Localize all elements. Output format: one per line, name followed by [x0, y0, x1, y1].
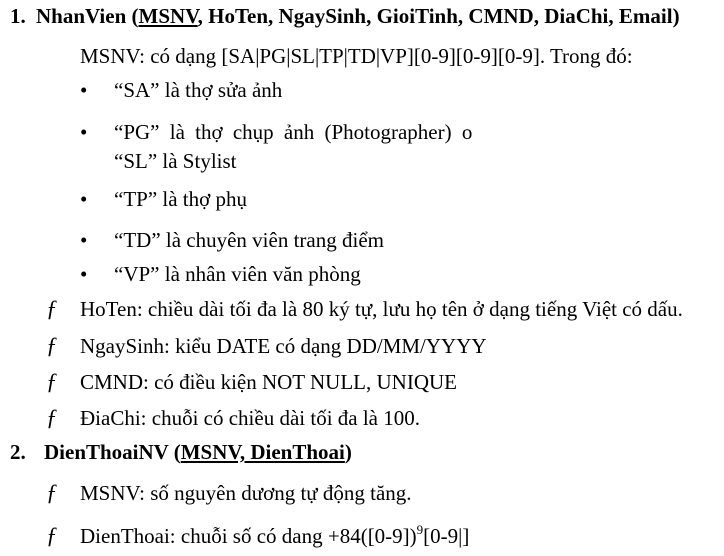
section-2-heading: DienThoaiNV (MSNV, DienThoai): [44, 440, 352, 464]
section-1-open-paren: (: [126, 4, 139, 28]
section-1-key: MSNV: [138, 4, 198, 28]
phone-prefix: DienThoai: chuỗi số có dang +84([0-9]): [80, 524, 417, 548]
constraint-item: HoTen: chiều dài tối đa là 80 ký tự, lưu…: [80, 297, 683, 321]
section-2-open-paren: (: [168, 440, 181, 464]
function-symbol-icon: ƒ: [46, 369, 58, 394]
section-2-number: 2.: [10, 440, 26, 464]
constraint-item: MSNV: số nguyên dương tự động tăng.: [80, 481, 412, 505]
section-2-keys: MSNV, DienThoai: [180, 440, 345, 464]
section-1-title: NhanVien: [36, 4, 127, 28]
bullet-item: “VP” là nhân viên văn phòng: [114, 262, 361, 286]
function-symbol-icon: ƒ: [46, 296, 58, 321]
function-symbol-icon: ƒ: [46, 405, 58, 430]
section-1-attributes: , HoTen, NgaySinh, GioiTinh, CMND, DiaCh…: [197, 4, 680, 28]
constraint-item: ĐiaChi: chuỗi có chiều dài tối đa là 100…: [80, 406, 420, 430]
bullet-item: “SL” là Stylist: [114, 149, 237, 173]
constraint-item: NgaySinh: kiểu DATE có dạng DD/MM/YYYY: [80, 334, 487, 358]
bullet-icon: •: [80, 187, 88, 211]
constraint-item: CMND: có điều kiện NOT NULL, UNIQUE: [80, 370, 457, 394]
bullet-icon: •: [80, 78, 88, 102]
bullet-item: “PG” là thợ chụp ảnh (Photographer) o: [114, 120, 473, 144]
section-1-heading: NhanVien (MSNV, HoTen, NgaySinh, GioiTin…: [36, 4, 680, 28]
bullet-item: “SA” là thợ sửa ảnh: [114, 78, 283, 102]
function-symbol-icon: ƒ: [46, 480, 58, 505]
section-2-title: DienThoaiNV: [44, 440, 169, 464]
phone-suffix: [0-9|]: [423, 524, 470, 548]
section-1-number: 1.: [10, 4, 26, 28]
msnv-description: MSNV: có dạng [SA|PG|SL|TP|TD|VP][0-9][0…: [80, 44, 633, 68]
function-symbol-icon: ƒ: [46, 333, 58, 358]
section-2-close-paren: ): [344, 440, 352, 464]
bullet-item: “TP” là thợ phụ: [114, 187, 247, 211]
function-symbol-icon: ƒ: [46, 523, 58, 548]
bullet-icon: •: [80, 262, 88, 286]
bullet-item: “TD” là chuyên viên trang điểm: [114, 228, 384, 252]
phone-constraint: DienThoai: chuỗi số có dang +84([0-9])9[…: [80, 522, 470, 548]
bullet-icon: •: [80, 228, 88, 252]
bullet-icon: •: [80, 120, 88, 144]
phone-exponent: 9: [416, 522, 424, 537]
